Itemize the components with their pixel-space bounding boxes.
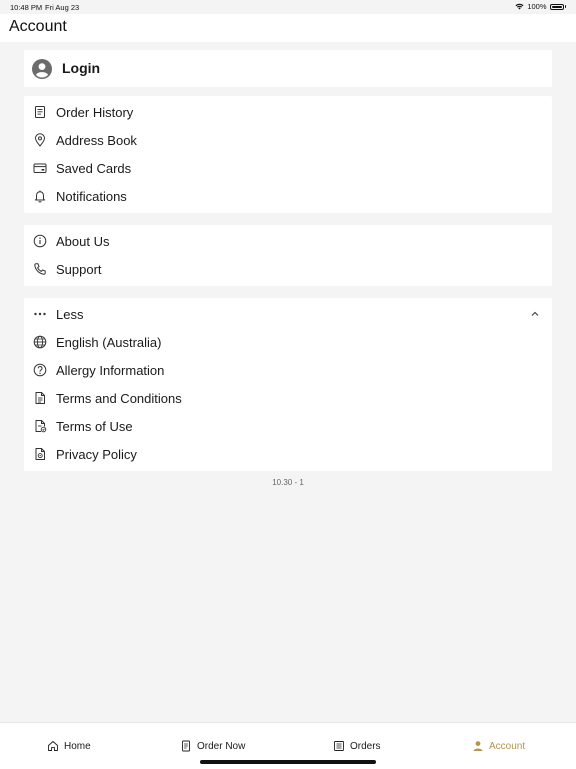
menu-item-label: About Us bbox=[56, 234, 110, 249]
menu-item-about-us[interactable]: About Us bbox=[24, 227, 552, 255]
menu-item-language[interactable]: English (Australia) bbox=[24, 328, 552, 356]
battery-tip bbox=[564, 5, 566, 8]
privacy-document-icon bbox=[33, 447, 47, 461]
ellipsis-icon bbox=[33, 307, 47, 321]
status-right: 100% bbox=[515, 2, 566, 11]
status-bar: 10:48 PM Fri Aug 23 100% bbox=[0, 0, 576, 14]
user-avatar-icon bbox=[32, 59, 52, 79]
tab-label: Orders bbox=[350, 740, 381, 752]
account-group-1: Order History Address Book Saved Cards N… bbox=[24, 96, 552, 213]
receipt-list-icon bbox=[334, 741, 344, 751]
home-indicator[interactable] bbox=[200, 760, 376, 764]
login-card[interactable]: Login bbox=[24, 50, 552, 87]
page-title: Account bbox=[9, 18, 67, 35]
menu-item-label: Allergy Information bbox=[56, 363, 165, 378]
menu-item-label: Order History bbox=[56, 105, 134, 120]
page-header: Account bbox=[0, 14, 576, 42]
app-version: 10.30 - 1 bbox=[272, 478, 304, 487]
account-group-3: Less English (Australia) Allergy Informa… bbox=[24, 298, 552, 471]
document-check-icon bbox=[33, 419, 47, 433]
menu-item-less-toggle[interactable]: Less bbox=[24, 300, 552, 328]
menu-item-address-book[interactable]: Address Book bbox=[24, 126, 552, 154]
menu-item-privacy-policy[interactable]: Privacy Policy bbox=[24, 440, 552, 468]
tab-home[interactable]: Home bbox=[47, 737, 91, 755]
menu-item-label: Terms of Use bbox=[56, 419, 133, 434]
menu-item-label: Saved Cards bbox=[56, 161, 132, 176]
menu-item-order-history[interactable]: Order History bbox=[24, 98, 552, 126]
menu-item-allergy-information[interactable]: Allergy Information bbox=[24, 356, 552, 384]
menu-item-label: Privacy Policy bbox=[56, 447, 137, 462]
menu-item-terms-and-conditions[interactable]: Terms and Conditions bbox=[24, 384, 552, 412]
credit-card-icon bbox=[33, 161, 47, 175]
status-time: 10:48 PM bbox=[10, 3, 43, 12]
order-document-icon bbox=[182, 740, 190, 752]
menu-item-notifications[interactable]: Notifications bbox=[24, 182, 552, 210]
status-date: Fri Aug 23 bbox=[45, 3, 80, 12]
question-circle-icon bbox=[33, 363, 47, 377]
chevron-up-icon[interactable] bbox=[530, 309, 540, 319]
menu-item-label: Support bbox=[56, 262, 102, 277]
location-pin-icon bbox=[33, 133, 47, 147]
tab-label: Home bbox=[64, 740, 91, 752]
tab-order-now[interactable]: Order Now bbox=[180, 737, 245, 755]
menu-item-label: Address Book bbox=[56, 133, 137, 148]
tab-account[interactable]: Account bbox=[472, 737, 525, 755]
menu-item-terms-of-use[interactable]: Terms of Use bbox=[24, 412, 552, 440]
tab-orders[interactable]: Orders bbox=[333, 737, 381, 755]
home-icon bbox=[48, 741, 58, 751]
receipt-icon bbox=[33, 105, 47, 119]
tab-label: Order Now bbox=[197, 740, 246, 752]
document-icon bbox=[33, 391, 47, 405]
battery-percent: 100% bbox=[527, 2, 547, 11]
menu-item-saved-cards[interactable]: Saved Cards bbox=[24, 154, 552, 182]
menu-item-support[interactable]: Support bbox=[24, 255, 552, 283]
info-icon bbox=[33, 234, 47, 248]
wifi-icon bbox=[515, 3, 524, 10]
menu-item-label: Less bbox=[56, 307, 84, 322]
menu-item-label: Notifications bbox=[56, 189, 127, 204]
battery-icon bbox=[549, 3, 564, 10]
account-group-2: About Us Support bbox=[24, 225, 552, 286]
globe-icon bbox=[33, 335, 47, 349]
phone-icon bbox=[33, 262, 47, 276]
menu-item-label: Terms and Conditions bbox=[56, 391, 182, 406]
menu-item-label: English (Australia) bbox=[56, 335, 162, 350]
login-label: Login bbox=[62, 60, 101, 76]
bell-icon bbox=[33, 189, 47, 203]
tab-label: Account bbox=[489, 740, 526, 752]
person-icon bbox=[473, 741, 483, 751]
